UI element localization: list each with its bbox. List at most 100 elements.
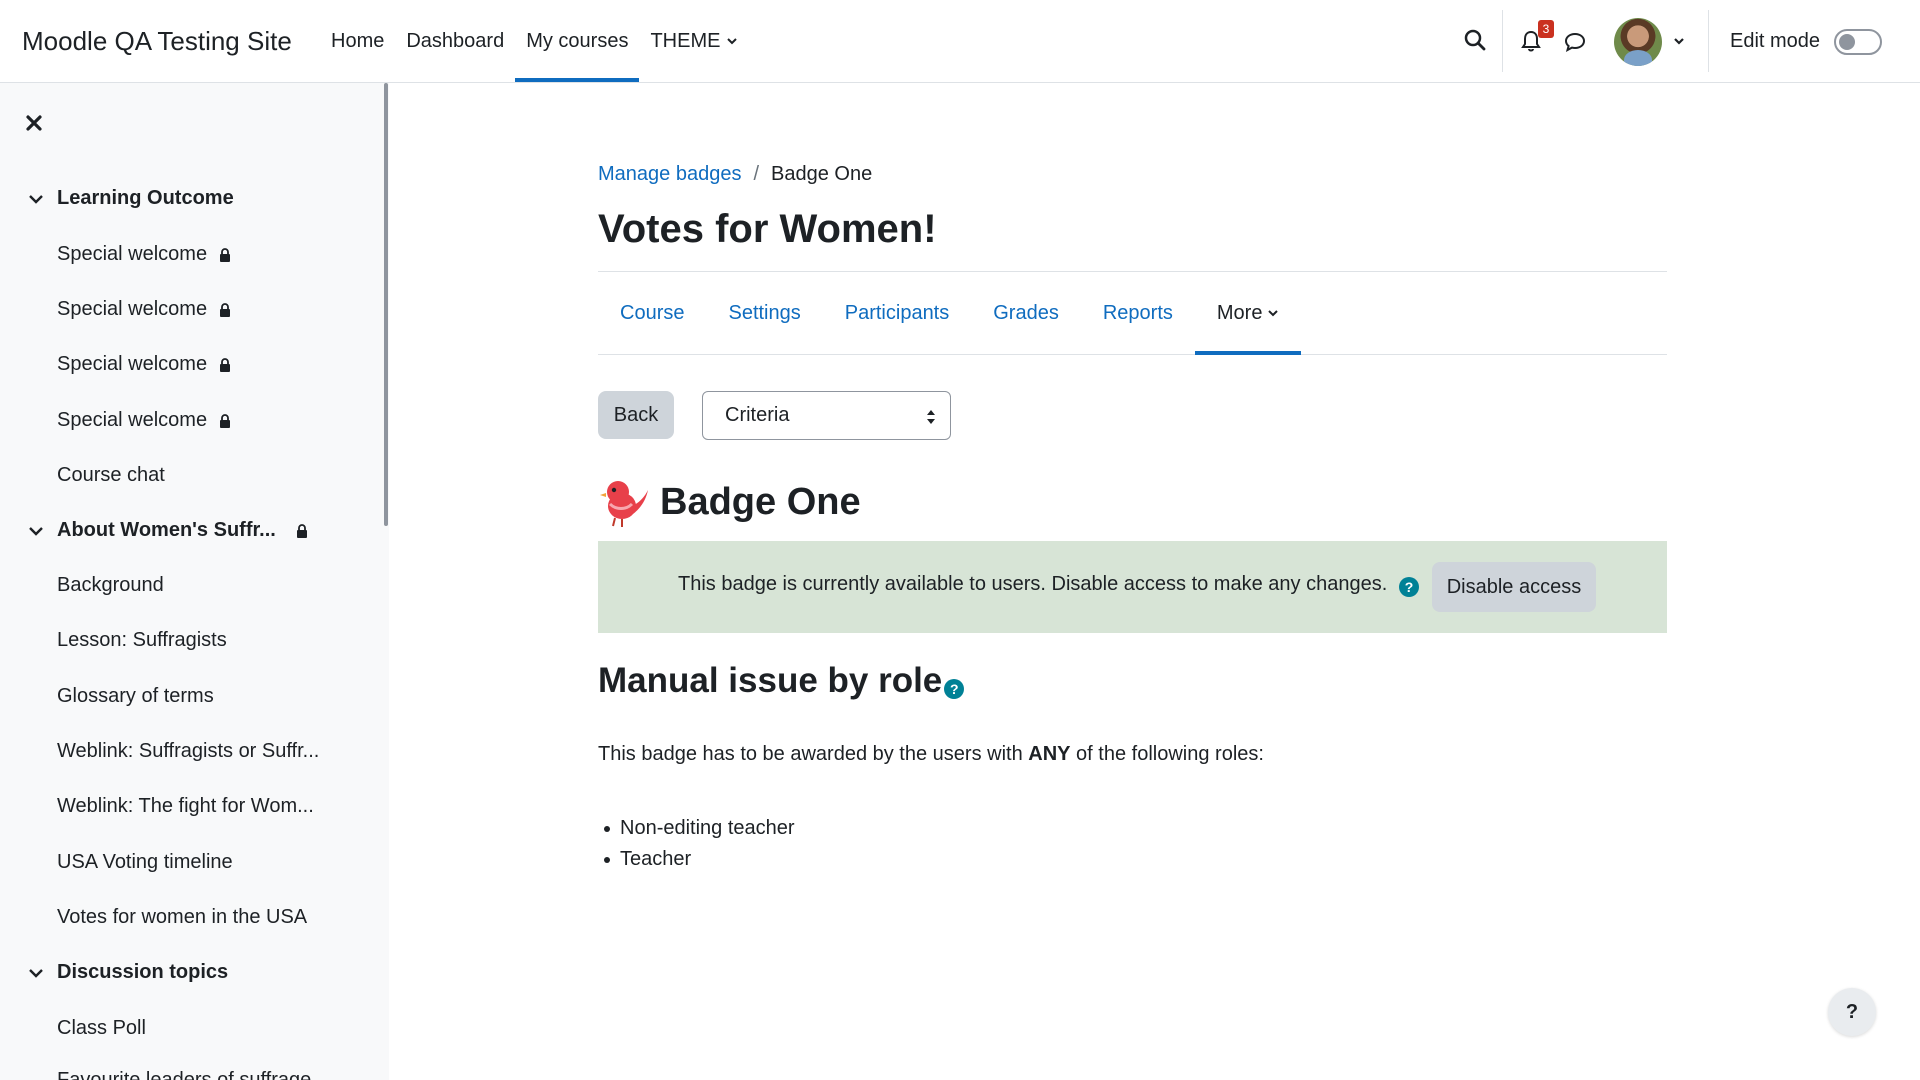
drawer-scrollbar[interactable]: [384, 83, 388, 526]
drawer-item[interactable]: Favourite leaders of suffrage: [57, 1069, 311, 1080]
section-about-womens-suffrage[interactable]: About Women's Suffr...: [28, 519, 308, 542]
top-navbar: Moodle QA Testing Site Home Dashboard My…: [0, 0, 1920, 83]
drawer-item[interactable]: Weblink: The fight for Wom...: [57, 795, 314, 818]
chevron-down-icon: [727, 38, 738, 45]
search-icon[interactable]: [1463, 28, 1487, 52]
help-button[interactable]: ?: [1828, 988, 1876, 1036]
section-discussion-topics[interactable]: Discussion topics: [28, 961, 228, 984]
nav-my-courses[interactable]: My courses: [515, 0, 640, 82]
drawer-item-label: Background: [57, 574, 164, 596]
avatar[interactable]: [1614, 18, 1662, 66]
list-item: Non-editing teacher: [598, 813, 795, 844]
breadcrumb-current: Badge One: [771, 163, 873, 185]
question-circle-icon[interactable]: ?: [1399, 577, 1419, 597]
select-value: Criteria: [725, 404, 790, 426]
tab-more-label: More: [1216, 301, 1263, 324]
criteria-heading-text: Manual issue by role: [598, 661, 943, 700]
drawer-item-label: Special welcome: [57, 243, 208, 265]
drawer-item-label: USA Voting timeline: [57, 851, 233, 873]
tab-more[interactable]: More: [1194, 272, 1302, 355]
section-learning-outcome[interactable]: Learning Outcome: [28, 187, 234, 210]
page-title: Votes for Women!: [598, 207, 937, 251]
drawer-item-label: Special welcome: [57, 353, 208, 375]
badge-heading: Badge One: [598, 476, 861, 528]
drawer-item-label: Weblink: The fight for Wom...: [57, 795, 314, 817]
edit-mode-label: Edit mode: [1730, 30, 1821, 52]
course-index-drawer: Learning Outcome Special welcome Special…: [0, 83, 389, 1080]
divider: [1502, 10, 1503, 72]
drawer-item[interactable]: Weblink: Suffragists or Suffr...: [57, 740, 319, 763]
breadcrumb-manage-badges[interactable]: Manage badges: [598, 163, 741, 186]
drawer-item[interactable]: Background: [57, 574, 164, 597]
sort-arrows-icon: [927, 410, 935, 424]
section-title-label: Learning Outcome: [57, 187, 234, 209]
drawer-item[interactable]: Special welcome: [57, 353, 231, 376]
alert-text: This badge is currently available to use…: [678, 573, 1388, 595]
status-alert: This badge is currently available to use…: [598, 541, 1667, 633]
badge-page-select[interactable]: Criteria: [702, 391, 951, 440]
section-title-label: About Women's Suffr...: [57, 519, 276, 541]
breadcrumb-separator: /: [753, 163, 760, 185]
drawer-item[interactable]: Votes for women in the USA: [57, 906, 307, 929]
drawer-item-label: Special welcome: [57, 298, 208, 320]
back-button[interactable]: Back: [598, 391, 674, 439]
tab-grades[interactable]: Grades: [971, 272, 1081, 354]
question-circle-icon[interactable]: ?: [944, 679, 965, 699]
lock-icon: [296, 523, 307, 538]
desc-after: of the following roles:: [1070, 743, 1264, 765]
drawer-item-label: Favourite leaders of suffrage: [57, 1069, 312, 1080]
chevron-down-icon: [29, 194, 43, 204]
tab-reports[interactable]: Reports: [1081, 272, 1195, 354]
drawer-item[interactable]: Special welcome: [57, 243, 231, 266]
drawer-item[interactable]: USA Voting timeline: [57, 851, 233, 874]
tab-participants[interactable]: Participants: [823, 272, 972, 354]
roles-list: Non-editing teacher Teacher: [598, 813, 795, 875]
drawer-item-label: Course chat: [57, 464, 165, 486]
drawer-item-label: Weblink: Suffragists or Suffr...: [57, 740, 320, 762]
drawer-item[interactable]: Lesson: Suffragists: [57, 629, 227, 652]
drawer-item-label: Special welcome: [57, 409, 208, 431]
desc-bold: ANY: [1028, 743, 1071, 765]
drawer-item-label: Glossary of terms: [57, 685, 214, 707]
drawer-item[interactable]: Class Poll: [57, 1017, 146, 1040]
divider: [1708, 10, 1709, 72]
lock-icon: [220, 302, 231, 317]
list-item: Teacher: [598, 844, 795, 875]
drawer-item[interactable]: Course chat: [57, 464, 165, 487]
disable-access-button[interactable]: Disable access: [1432, 562, 1596, 612]
drawer-item-label: Lesson: Suffragists: [57, 629, 227, 651]
lock-icon: [220, 413, 231, 428]
nav-home[interactable]: Home: [320, 0, 395, 82]
chevron-down-icon: [29, 968, 43, 978]
criteria-heading: Manual issue by role ?: [598, 661, 965, 701]
criteria-description: This badge has to be awarded by the user…: [598, 743, 1264, 766]
tab-course[interactable]: Course: [598, 272, 706, 354]
chevron-down-icon: [1268, 310, 1279, 317]
lock-icon: [220, 357, 231, 372]
main-content: Manage badges / Badge One Votes for Wome…: [389, 83, 1920, 1080]
drawer-item-label: Class Poll: [57, 1017, 146, 1039]
close-icon[interactable]: [24, 113, 46, 135]
drawer-item[interactable]: Glossary of terms: [57, 685, 214, 708]
nav-dashboard[interactable]: Dashboard: [395, 0, 515, 82]
nav-theme[interactable]: THEME: [639, 0, 749, 82]
desc-before: This badge has to be awarded by the user…: [598, 743, 1029, 765]
badge-name: Badge One: [660, 480, 861, 523]
section-title-label: Discussion topics: [57, 961, 229, 983]
chevron-down-icon[interactable]: [1672, 34, 1686, 48]
secondary-navigation: Course Settings Participants Grades Repo…: [598, 272, 1667, 355]
badge-image: [600, 481, 648, 527]
primary-navigation: Home Dashboard My courses THEME: [320, 0, 749, 82]
chevron-down-icon: [29, 526, 43, 536]
drawer-item[interactable]: Special welcome: [57, 409, 231, 432]
site-name[interactable]: Moodle QA Testing Site: [22, 26, 292, 57]
edit-mode-toggle[interactable]: [1834, 29, 1882, 55]
breadcrumb: Manage badges / Badge One: [598, 163, 872, 186]
notification-count-badge: 3: [1538, 20, 1554, 38]
drawer-item[interactable]: Special welcome: [57, 298, 231, 321]
drawer-item-label: Votes for women in the USA: [57, 906, 308, 928]
tab-settings[interactable]: Settings: [706, 272, 822, 354]
lock-icon: [220, 247, 231, 262]
nav-theme-label: THEME: [650, 29, 721, 52]
chat-icon[interactable]: [1562, 30, 1588, 54]
